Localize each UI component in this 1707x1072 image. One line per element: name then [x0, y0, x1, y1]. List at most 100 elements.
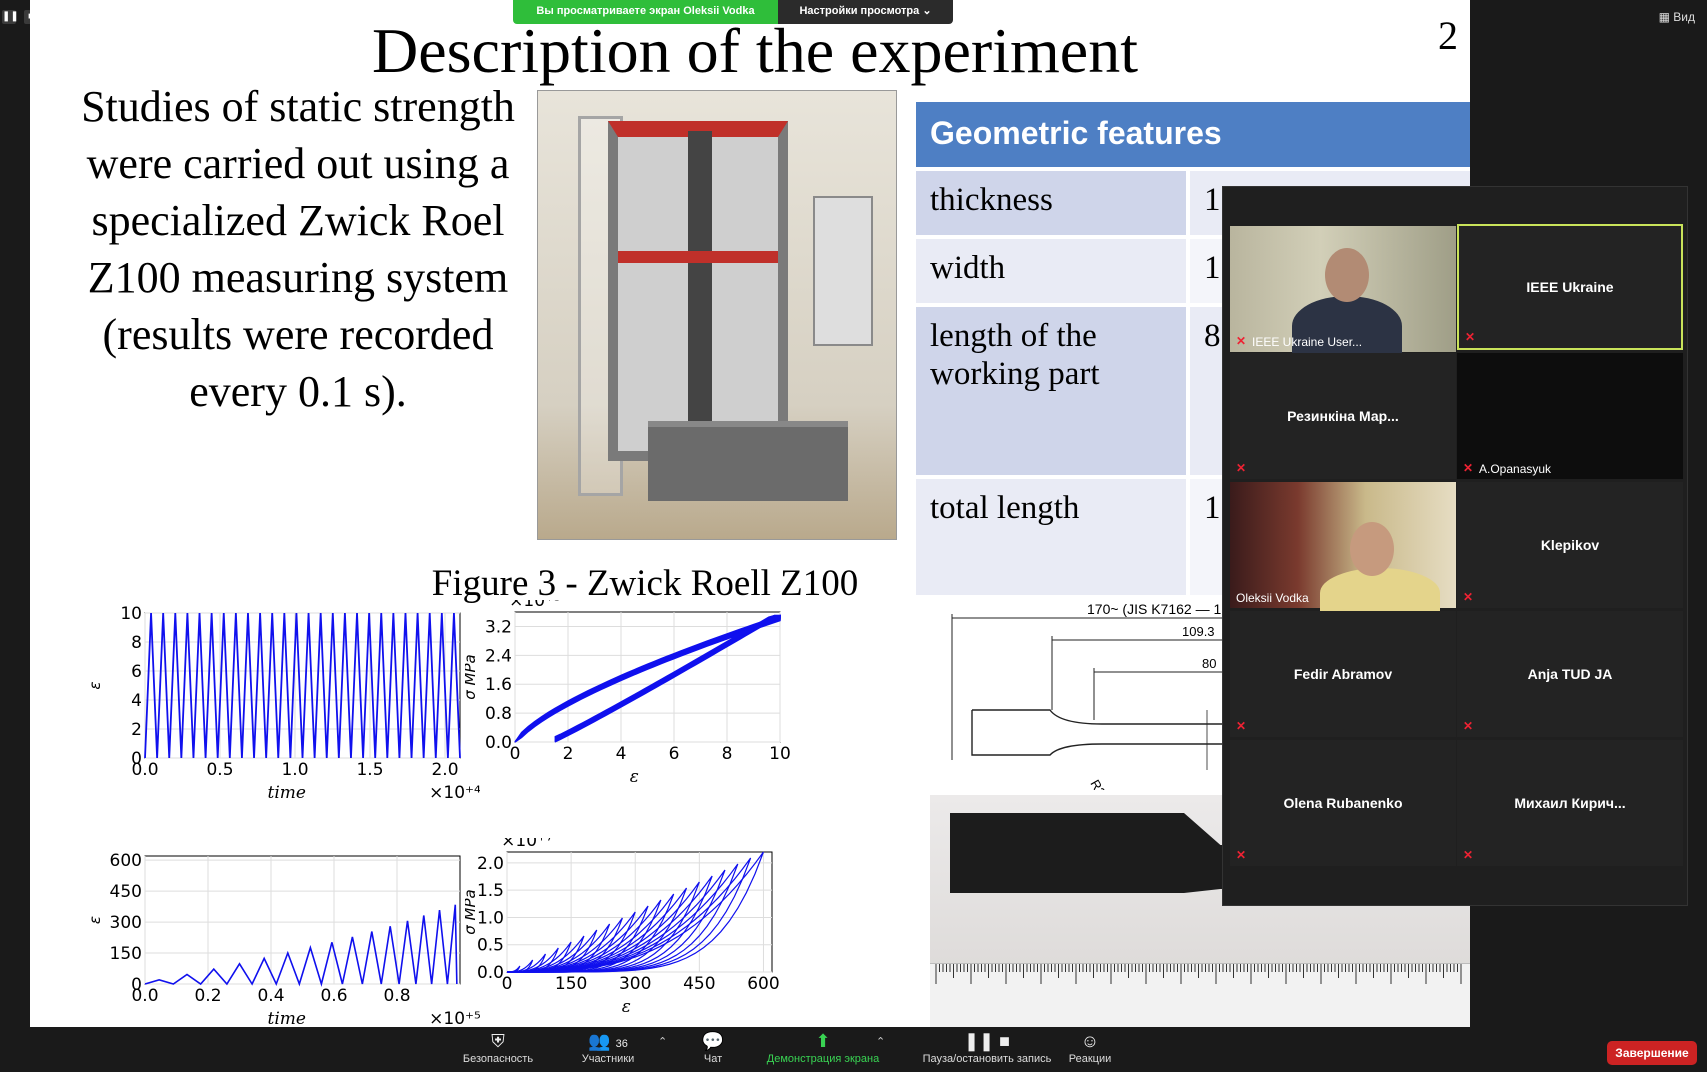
- x-tick-label: 450: [683, 974, 715, 994]
- chevron-up-icon[interactable]: ⌃: [876, 1035, 885, 1048]
- x-tick-label: 150: [555, 974, 587, 994]
- zwick-machine-photo: [537, 90, 897, 540]
- body-line: were carried out using a: [86, 139, 510, 188]
- table-header: Geometric features: [916, 102, 1470, 167]
- slide-number: 2: [1438, 13, 1458, 58]
- y-tick-label: 0.8: [485, 704, 512, 724]
- sharing-banner: Вы просматриваете экран Oleksii Vodka На…: [513, 0, 953, 24]
- y-tick-label: 4: [131, 691, 142, 711]
- participant-tile[interactable]: Klepikov ✕: [1457, 482, 1683, 608]
- chat-icon: 💬: [701, 1031, 725, 1051]
- drawing-top-label: 170~ (JIS K7162 — 1: [1087, 601, 1221, 617]
- body-line: Z100 measuring system: [87, 253, 509, 302]
- y-axis-label: σ MPa: [465, 654, 479, 699]
- body-line: Studies of static strength: [81, 82, 515, 131]
- body-line: specialized Zwick Roel: [91, 196, 505, 245]
- chart-stress-strain: 02468100.00.81.62.43.2εσ MPa×10⁺⁵: [465, 600, 885, 825]
- x-axis-label: time: [268, 783, 306, 803]
- x-tick-label: 0.8: [383, 986, 410, 1006]
- x-tick-label: 1.5: [356, 760, 383, 780]
- y-tick-label: 450: [110, 882, 142, 902]
- dim-109: 109.3: [1182, 624, 1215, 639]
- shield-icon: ⛨: [491, 1031, 505, 1051]
- muted-mic-icon: ✕: [1236, 848, 1247, 862]
- y-tick-label: 1.5: [477, 881, 504, 901]
- y-multiplier: ×10⁺⁷: [501, 838, 553, 851]
- figure-caption: Figure 3 - Zwick Roell Z100: [431, 563, 859, 604]
- x-tick-label: 0.2: [194, 986, 221, 1006]
- grid-icon: ▦: [1658, 10, 1670, 24]
- y-multiplier: ×10⁺⁵: [509, 600, 561, 611]
- y-tick-label: 1.6: [485, 675, 512, 695]
- x-tick-label: 0.6: [320, 986, 347, 1006]
- view-button[interactable]: ▦ Вид: [1659, 10, 1695, 24]
- share-screen-button[interactable]: ⬆ Демонстрация экрана: [763, 1029, 883, 1065]
- y-tick-label: 0: [131, 749, 142, 769]
- meeting-toolbar: ⛨ Безопасность 👥 36 Участники ⌃ 💬 Чат ⬆ …: [0, 1027, 1707, 1072]
- chart-strain-time-2: 0.0 0.2 0.4 0.6 0.8 0 150 300 450 600 time ε ×10⁺⁵: [60, 850, 480, 1027]
- participant-tile[interactable]: ✕ IEEE Ukraine User...: [1230, 226, 1456, 356]
- y-tick-label: 2.4: [485, 646, 512, 666]
- y-tick-label: 0.0: [477, 963, 504, 983]
- chat-button[interactable]: 💬 Чат: [653, 1029, 773, 1065]
- y-tick-label: 1.0: [477, 908, 504, 928]
- security-button[interactable]: ⛨ Безопасность: [438, 1029, 558, 1065]
- x-tick-label: 2: [563, 744, 574, 764]
- slide-title: Description of the experiment: [372, 15, 1138, 86]
- participant-tile-active[interactable]: IEEE Ukraine ✕: [1457, 224, 1683, 350]
- y-tick-label: 3.2: [485, 617, 512, 637]
- y-tick-label: 0: [131, 975, 142, 995]
- y-axis-label: ε: [86, 916, 104, 924]
- dim-80: 80: [1202, 656, 1216, 671]
- muted-mic-icon: ✕: [1236, 719, 1247, 733]
- x-tick-label: 0.4: [257, 986, 284, 1006]
- view-options-dropdown[interactable]: Настройки просмотра ⌄: [778, 0, 953, 24]
- muted-mic-icon: ✕: [1463, 590, 1474, 604]
- x-tick-label: 1.0: [281, 760, 308, 780]
- muted-mic-icon: ✕: [1463, 848, 1474, 862]
- end-meeting-button[interactable]: Завершение: [1607, 1041, 1697, 1065]
- sharing-label: Вы просматриваете экран Oleksii Vodka: [513, 0, 778, 24]
- body-line: (results were recorded: [102, 310, 494, 359]
- y-tick-label: 6: [131, 662, 142, 682]
- y-tick-label: 8: [131, 633, 142, 653]
- muted-mic-icon: ✕: [1236, 334, 1247, 348]
- muted-mic-icon: ✕: [1465, 330, 1476, 344]
- body-line: every 0.1 s).: [189, 367, 407, 416]
- participant-tile[interactable]: Михаил Кирич... ✕: [1457, 740, 1683, 866]
- participant-tile[interactable]: ✕ A.Opanasyuk: [1457, 353, 1683, 479]
- x-tick-label: 2.0: [431, 760, 458, 780]
- reactions-button[interactable]: ☺ Реакции: [1030, 1029, 1150, 1065]
- participants-button[interactable]: 👥 36 Участники: [548, 1029, 668, 1065]
- participant-tile[interactable]: Oleksii Vodka: [1230, 482, 1456, 618]
- people-icon: 👥 36: [588, 1031, 628, 1051]
- participants-gallery[interactable]: ✕ IEEE Ukraine User... IEEE Ukraine ✕ Ре…: [1222, 186, 1688, 906]
- x-tick-label: 0.5: [206, 760, 233, 780]
- y-tick-label: 0.0: [485, 733, 512, 753]
- x-axis-label: ε: [630, 767, 639, 787]
- chevron-down-icon: ⌄: [922, 5, 932, 17]
- x-tick-label: 4: [616, 744, 627, 764]
- ruler: [930, 963, 1470, 1027]
- y-axis-label: σ MPa: [465, 889, 479, 934]
- pause-icon[interactable]: ❚❚: [2, 10, 19, 24]
- chart-strain-time: 0.0 0.5 1.0 1.5 2.0 0 2 4 6 8 10 time ε ×10⁺⁴: [60, 605, 480, 820]
- participant-tile[interactable]: Резинкіна Мар... ✕: [1230, 353, 1456, 479]
- x-axis-label: ε: [622, 997, 631, 1017]
- participant-tile[interactable]: Olena Rubanenko ✕: [1230, 740, 1456, 866]
- y-tick-label: 150: [110, 944, 142, 964]
- y-axis-label: ε: [86, 681, 104, 689]
- muted-mic-icon: ✕: [1463, 719, 1474, 733]
- slide-body: Studies of static strength were carried …: [38, 78, 558, 420]
- y-tick-label: 2: [131, 720, 142, 740]
- y-tick-label: 600: [110, 851, 142, 871]
- x-axis-label: time: [268, 1009, 306, 1027]
- chart-stress-strain-2: 01503004506000.00.51.01.52.0εσ MPa×10⁺⁷: [465, 838, 885, 1027]
- y-tick-label: 300: [110, 913, 142, 933]
- participant-tile[interactable]: Fedir Abramov ✕: [1230, 611, 1456, 737]
- x-tick-label: 8: [722, 744, 733, 764]
- x-tick-label: 10: [769, 744, 791, 764]
- y-tick-label: 0.5: [477, 936, 504, 956]
- radius-label: R24: [1087, 777, 1112, 790]
- participant-tile[interactable]: Anja TUD JA ✕: [1457, 611, 1683, 737]
